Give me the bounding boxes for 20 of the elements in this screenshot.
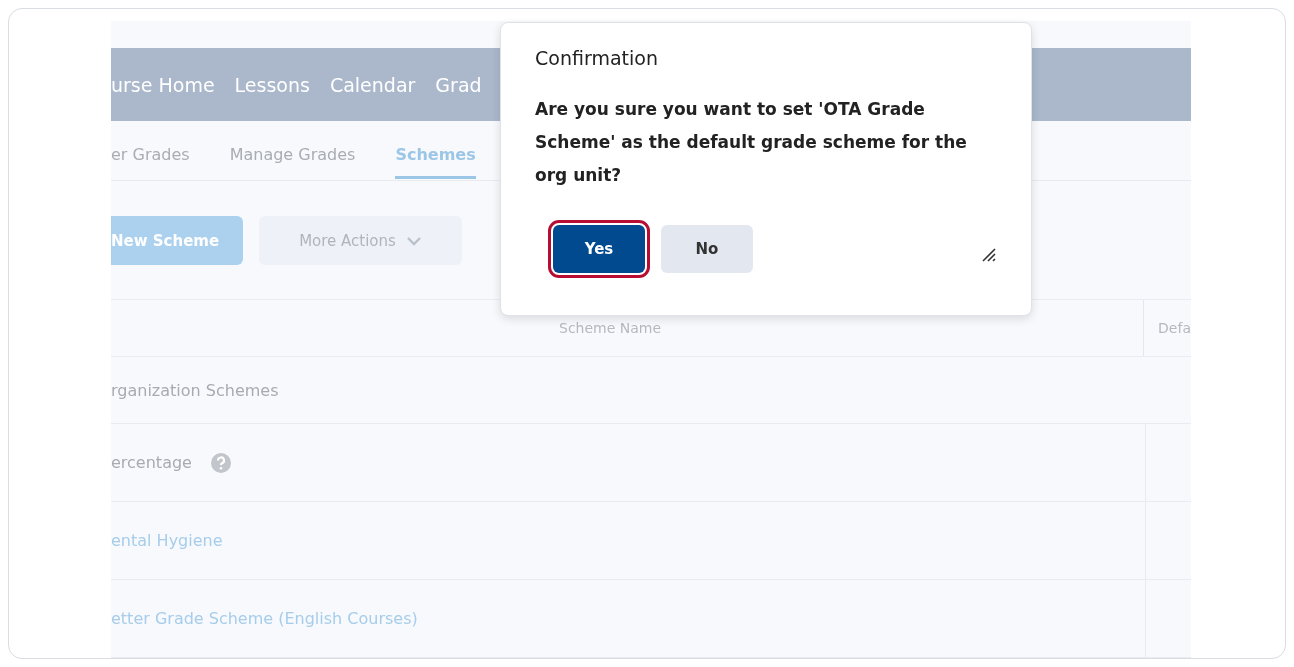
new-scheme-button[interactable]: New Scheme <box>111 216 243 265</box>
scheme-link[interactable]: ental Hygiene <box>111 531 223 550</box>
nav-link[interactable]: Lessons <box>234 73 310 96</box>
scheme-link[interactable]: etter Grade Scheme (English Courses) <box>111 609 418 628</box>
nav-link[interactable]: urse Home <box>111 73 215 96</box>
resize-grip-icon[interactable] <box>981 247 997 263</box>
tab[interactable]: Schemes <box>395 130 476 179</box>
chevron-down-icon <box>405 235 422 246</box>
tab[interactable]: Manage Grades <box>229 130 356 179</box>
column-header: Scheme Name <box>559 320 662 336</box>
group-heading: rganization Schemes <box>111 380 279 400</box>
table-cell: ercentage <box>111 453 192 472</box>
nav-link[interactable]: Grad <box>435 73 482 96</box>
more-actions-button[interactable]: More Actions <box>259 216 462 265</box>
tab[interactable]: er Grades <box>111 130 190 179</box>
nav-link[interactable]: Calendar <box>329 73 416 96</box>
column-header: Defa <box>1143 300 1191 356</box>
dialog-message: Are you sure you want to set 'OTA Grade Scheme' as the default grade scheme for the org unit? <box>535 98 968 187</box>
cancel-button[interactable]: No <box>661 225 753 273</box>
dialog-title: Confirmation <box>535 47 659 69</box>
